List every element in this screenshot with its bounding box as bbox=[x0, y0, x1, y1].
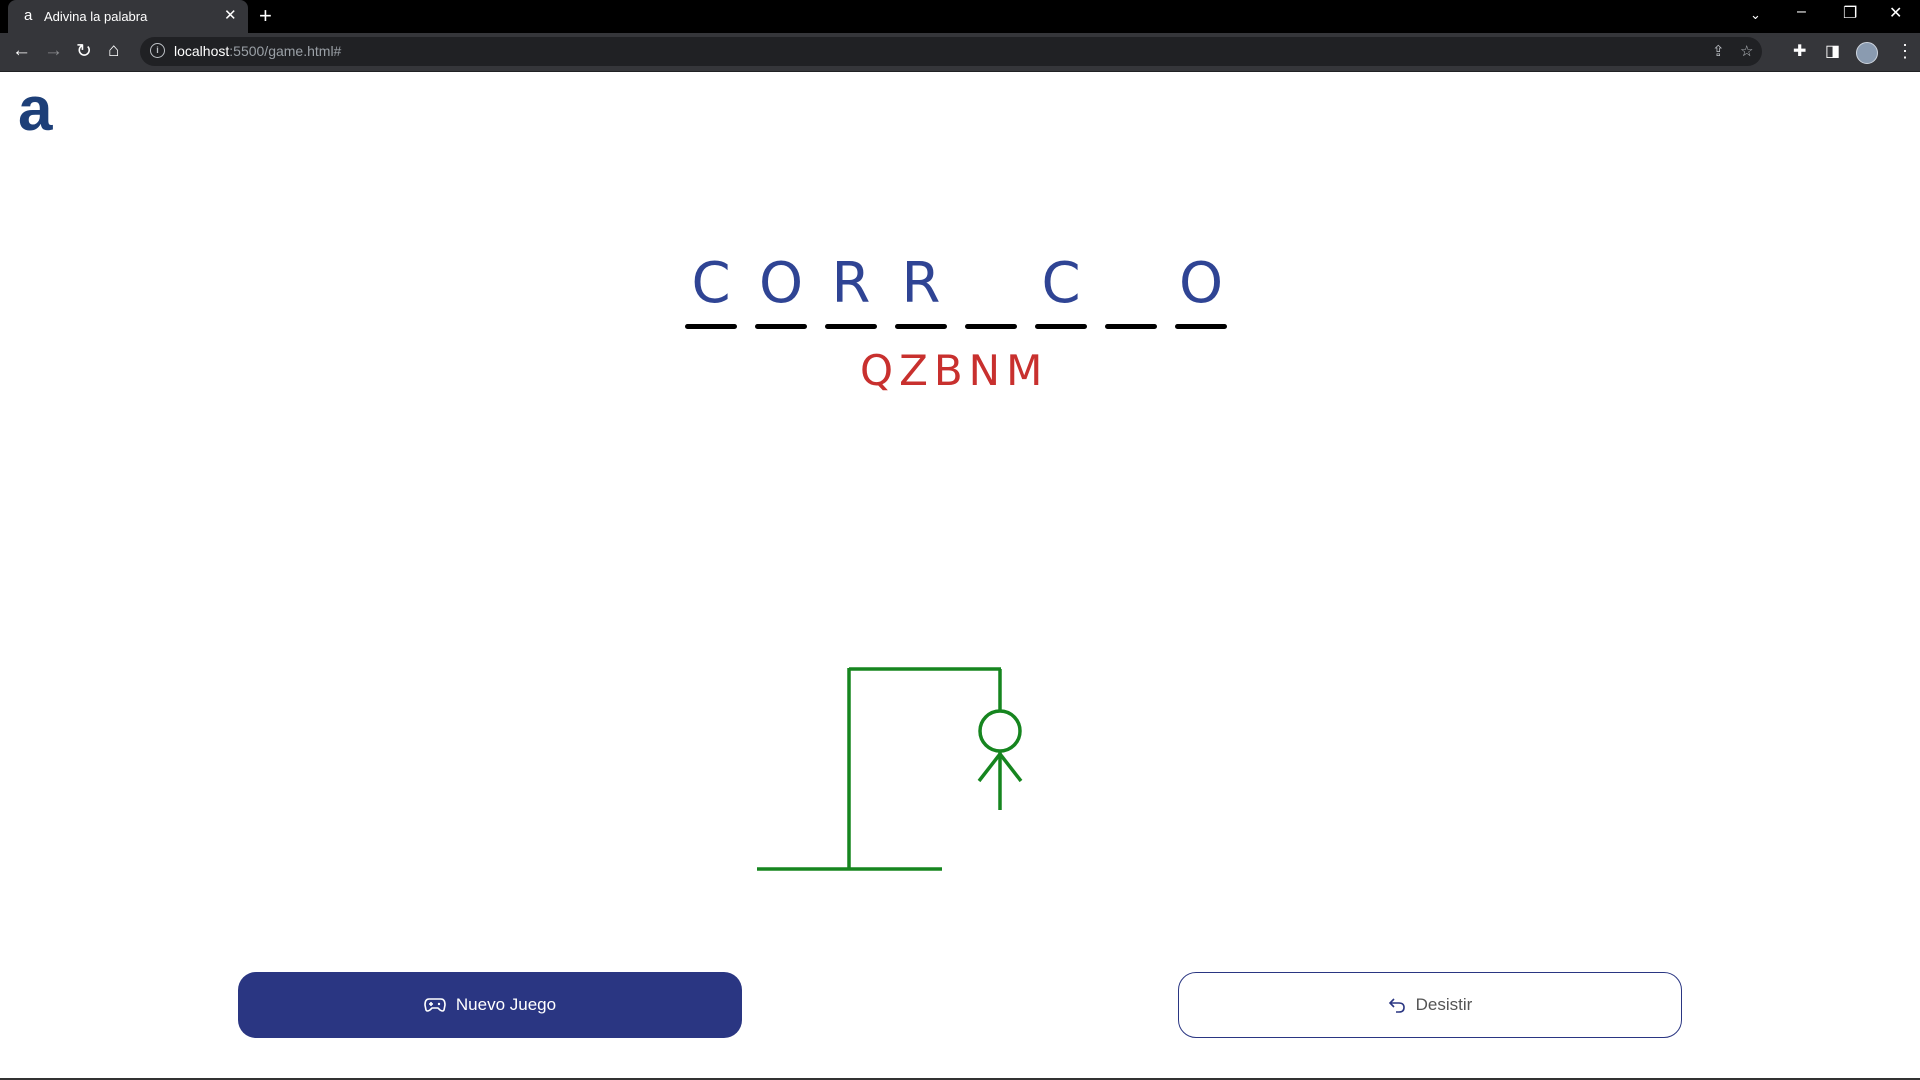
profile-avatar[interactable] bbox=[1856, 42, 1878, 64]
letter-slot-char: O bbox=[1178, 251, 1224, 316]
letter-slot-underline bbox=[1105, 324, 1157, 329]
wrong-letter: Q bbox=[860, 346, 894, 395]
letter-slot-underline bbox=[965, 324, 1017, 329]
home-icon[interactable]: ⌂ bbox=[108, 40, 119, 62]
back-icon[interactable]: ← bbox=[12, 40, 31, 62]
site-info-icon[interactable]: i bbox=[150, 43, 165, 58]
undo-arrow-icon bbox=[1388, 998, 1405, 1013]
browser-menu-icon[interactable]: ⋮ bbox=[1896, 41, 1914, 62]
tab-close-icon[interactable]: ✕ bbox=[224, 6, 237, 24]
give-up-label: Desistir bbox=[1415, 995, 1473, 1014]
new-game-label: Nuevo Juego bbox=[455, 995, 557, 1014]
share-icon[interactable]: ⇪ bbox=[1712, 42, 1725, 60]
new-tab-icon[interactable]: + bbox=[259, 3, 272, 29]
minimize-icon[interactable]: – bbox=[1797, 3, 1806, 21]
letter-slot: O bbox=[753, 248, 809, 332]
letter-slot-underline bbox=[1175, 324, 1227, 329]
letter-slot: C bbox=[683, 248, 739, 332]
letter-slot: R bbox=[893, 248, 949, 332]
app-logo: a bbox=[18, 75, 53, 144]
tab-title: Adivina la palabra bbox=[44, 9, 148, 24]
browser-tab[interactable]: a Adivina la palabra ✕ bbox=[8, 0, 248, 33]
letter-slot: O bbox=[1173, 248, 1229, 332]
wrong-letters: QZBNM bbox=[860, 346, 1048, 395]
letter-slot-underline bbox=[685, 324, 737, 329]
close-window-icon[interactable]: ✕ bbox=[1889, 3, 1902, 23]
letter-slot: R bbox=[823, 248, 879, 332]
wrong-letter: N bbox=[968, 346, 1001, 395]
gamepad-icon bbox=[424, 998, 446, 1012]
hangman-drawing bbox=[757, 667, 1023, 871]
address-bar[interactable]: i localhost:5500/game.html# ⇪ ☆ bbox=[140, 37, 1762, 66]
letter-slot-char: C bbox=[1041, 251, 1081, 316]
hangman-left-arm bbox=[977, 752, 1002, 783]
tab-favicon-icon: a bbox=[24, 7, 33, 24]
letter-slot-underline bbox=[895, 324, 947, 329]
letter-slot bbox=[1103, 248, 1159, 332]
url-text: localhost:5500/game.html# bbox=[174, 43, 342, 59]
letter-slot-char: C bbox=[691, 251, 731, 316]
bookmark-star-icon[interactable]: ☆ bbox=[1740, 42, 1753, 60]
letter-slot-underline bbox=[1035, 324, 1087, 329]
hangman-right-arm bbox=[998, 752, 1023, 783]
forward-icon[interactable]: → bbox=[44, 40, 63, 62]
letter-slot-underline bbox=[825, 324, 877, 329]
restore-icon[interactable]: ❐ bbox=[1843, 3, 1857, 23]
word-display: CORRCO bbox=[683, 248, 1243, 338]
letter-slot-underline bbox=[755, 324, 807, 329]
side-panel-icon[interactable]: ◨ bbox=[1825, 41, 1840, 61]
wrong-letter: Z bbox=[899, 346, 928, 395]
letter-slot: C bbox=[1033, 248, 1089, 332]
tab-search-icon[interactable]: ⌄ bbox=[1750, 7, 1761, 23]
letter-slot-char: O bbox=[758, 251, 804, 316]
letter-slot bbox=[963, 248, 1019, 332]
hangman-head bbox=[978, 709, 1022, 753]
browser-toolbar: ← → ↻ ⌂ i localhost:5500/game.html# ⇪ ☆ … bbox=[0, 33, 1920, 72]
browser-titlebar: a Adivina la palabra ✕ + ⌄ – ❐ ✕ bbox=[0, 0, 1920, 33]
reload-icon[interactable]: ↻ bbox=[76, 40, 92, 63]
give-up-button[interactable]: Desistir bbox=[1178, 972, 1682, 1038]
new-game-button[interactable]: Nuevo Juego bbox=[238, 972, 742, 1038]
extensions-icon[interactable]: ✚ bbox=[1793, 41, 1806, 61]
letter-slot-char: R bbox=[831, 251, 871, 316]
wrong-letter: M bbox=[1006, 346, 1043, 395]
letter-slot-char: R bbox=[901, 251, 941, 316]
wrong-letter: B bbox=[933, 346, 963, 395]
